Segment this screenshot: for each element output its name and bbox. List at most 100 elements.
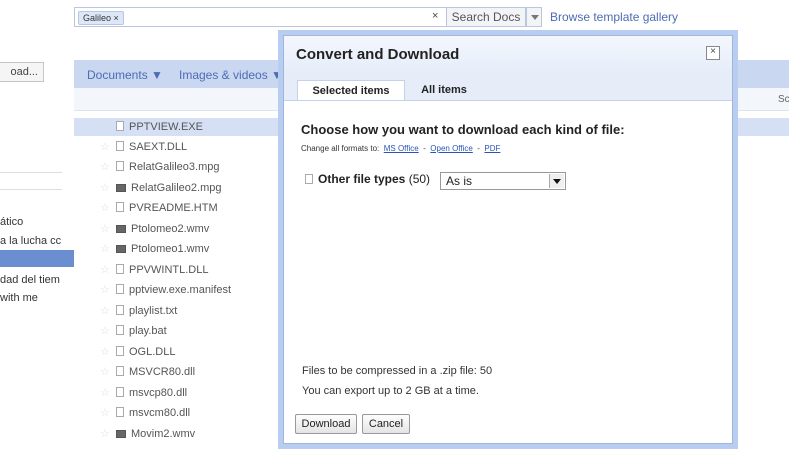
- file-icon: [116, 161, 124, 171]
- upload-button[interactable]: oad...: [0, 62, 44, 82]
- export-limit-info: You can export up to 2 GB at a time.: [302, 385, 479, 397]
- images-videos-menu[interactable]: Images & videos ▼: [179, 68, 283, 82]
- file-name[interactable]: PVREADME.HTM: [129, 202, 218, 214]
- file-name[interactable]: RelatGalileo3.mpg: [129, 161, 220, 173]
- change-formats-label: Change all formats to:: [301, 144, 380, 153]
- file-icon: [116, 346, 124, 356]
- download-button[interactable]: Download: [295, 414, 357, 434]
- search-token[interactable]: Galileo ×: [78, 11, 124, 25]
- file-row[interactable]: ☆ RelatGalileo2.mpg: [100, 178, 222, 198]
- file-row[interactable]: ☆ SAEXT.DLL: [100, 137, 187, 157]
- file-name[interactable]: playlist.txt: [129, 305, 177, 317]
- file-name[interactable]: Ptolomeo1.wmv: [131, 243, 209, 255]
- file-row[interactable]: ☆ msvcm80.dll: [100, 403, 190, 423]
- file-icon: [116, 366, 124, 376]
- file-name[interactable]: MSVCR80.dll: [129, 366, 195, 378]
- file-row[interactable]: ☆ Ptolomeo1.wmv: [100, 239, 209, 259]
- sidebar-item[interactable]: ático: [0, 216, 74, 228]
- search-docs-button[interactable]: Search Docs: [446, 7, 526, 27]
- star-icon[interactable]: ☆: [100, 260, 114, 280]
- video-icon: [116, 430, 126, 438]
- clear-search-icon[interactable]: ×: [432, 10, 438, 22]
- format-select-value: As is: [446, 174, 473, 188]
- file-row[interactable]: ☆ PPTVIEW.EXE: [100, 117, 203, 137]
- close-icon[interactable]: ×: [706, 46, 720, 60]
- file-name[interactable]: OGL.DLL: [129, 346, 175, 358]
- file-name[interactable]: msvcp80.dll: [129, 387, 187, 399]
- file-row[interactable]: ☆ OGL.DLL: [100, 342, 175, 362]
- file-row[interactable]: ☆ playlist.txt: [100, 301, 177, 321]
- browse-template-gallery-link[interactable]: Browse template gallery: [550, 10, 678, 24]
- star-icon[interactable]: ☆: [100, 239, 114, 259]
- file-name[interactable]: PPTVIEW.EXE: [129, 121, 203, 133]
- file-name[interactable]: RelatGalileo2.mpg: [131, 182, 222, 194]
- convert-download-dialog: Convert and Download × Selected items Al…: [283, 35, 733, 444]
- format-select[interactable]: As is: [440, 172, 566, 190]
- file-row[interactable]: ☆ RelatGalileo3.mpg: [100, 157, 220, 177]
- file-icon: [116, 121, 124, 131]
- star-icon[interactable]: ☆: [100, 342, 114, 362]
- format-separator: -: [477, 144, 480, 153]
- file-name[interactable]: pptview.exe.manifest: [129, 284, 231, 296]
- star-icon[interactable]: ☆: [100, 403, 114, 423]
- chevron-down-icon[interactable]: [549, 174, 564, 188]
- video-icon: [116, 184, 126, 192]
- star-icon[interactable]: ☆: [100, 117, 114, 137]
- star-icon[interactable]: ☆: [100, 321, 114, 341]
- star-icon[interactable]: ☆: [100, 137, 114, 157]
- tabs-divider: [284, 100, 732, 101]
- sidebar-item[interactable]: a la lucha cc: [0, 235, 74, 247]
- file-icon: [116, 407, 124, 417]
- cancel-button[interactable]: Cancel: [362, 414, 410, 434]
- file-icon: [116, 202, 124, 212]
- star-icon[interactable]: ☆: [100, 280, 114, 300]
- ms-office-link[interactable]: MS Office: [384, 144, 419, 153]
- zip-info: Files to be compressed in a .zip file: 5…: [302, 365, 493, 377]
- file-name[interactable]: Movim2.wmv: [131, 428, 195, 440]
- file-row[interactable]: ☆ Movim2.wmv: [100, 424, 195, 444]
- file-icon: [116, 264, 124, 274]
- file-icon: [116, 141, 124, 151]
- star-icon[interactable]: ☆: [100, 198, 114, 218]
- file-name[interactable]: Ptolomeo2.wmv: [131, 223, 209, 235]
- file-row[interactable]: ☆ play.bat: [100, 321, 167, 341]
- search-input[interactable]: Galileo ×: [74, 7, 459, 27]
- file-row[interactable]: ☆ msvcp80.dll: [100, 383, 187, 403]
- file-name[interactable]: play.bat: [129, 325, 167, 337]
- file-name[interactable]: SAEXT.DLL: [129, 141, 187, 153]
- download-heading: Choose how you want to download each kin…: [301, 122, 625, 137]
- star-icon[interactable]: ☆: [100, 301, 114, 321]
- file-row[interactable]: ☆ PVREADME.HTM: [100, 198, 218, 218]
- format-separator: -: [423, 144, 426, 153]
- star-icon[interactable]: ☆: [100, 383, 114, 403]
- search-options-dropdown[interactable]: [526, 7, 542, 27]
- file-row[interactable]: ☆ MSVCR80.dll: [100, 362, 195, 382]
- documents-menu[interactable]: Documents ▼: [87, 68, 163, 82]
- file-icon: [116, 284, 124, 294]
- sidebar-selected-highlight: [0, 250, 74, 267]
- file-icon: [116, 325, 124, 335]
- star-icon[interactable]: ☆: [100, 424, 114, 444]
- file-row[interactable]: ☆ Ptolomeo2.wmv: [100, 219, 209, 239]
- tab-all-items[interactable]: All items: [414, 80, 474, 100]
- star-icon[interactable]: ☆: [100, 157, 114, 177]
- tab-selected-items[interactable]: Selected items: [297, 80, 405, 100]
- video-icon: [116, 225, 126, 233]
- file-icon: [116, 305, 124, 315]
- open-office-link[interactable]: Open Office: [430, 144, 473, 153]
- file-name[interactable]: msvcm80.dll: [129, 407, 190, 419]
- star-icon[interactable]: ☆: [100, 178, 114, 198]
- file-row[interactable]: ☆ pptview.exe.manifest: [100, 280, 231, 300]
- file-row[interactable]: ☆ PPVWINTL.DLL: [100, 260, 208, 280]
- pdf-link[interactable]: PDF: [484, 144, 500, 153]
- sidebar-item[interactable]: with me: [0, 292, 74, 304]
- sidebar-item[interactable]: dad del tiem: [0, 274, 74, 286]
- file-name[interactable]: PPVWINTL.DLL: [129, 264, 208, 276]
- change-formats-row: Change all formats to: MS Office - Open …: [301, 144, 500, 153]
- dialog-header: Convert and Download ×: [284, 36, 732, 72]
- star-icon[interactable]: ☆: [100, 219, 114, 239]
- sidebar-divider: [0, 189, 62, 190]
- column-header-partial[interactable]: Sc: [778, 94, 789, 105]
- star-icon[interactable]: ☆: [100, 362, 114, 382]
- file-icon: [305, 174, 313, 184]
